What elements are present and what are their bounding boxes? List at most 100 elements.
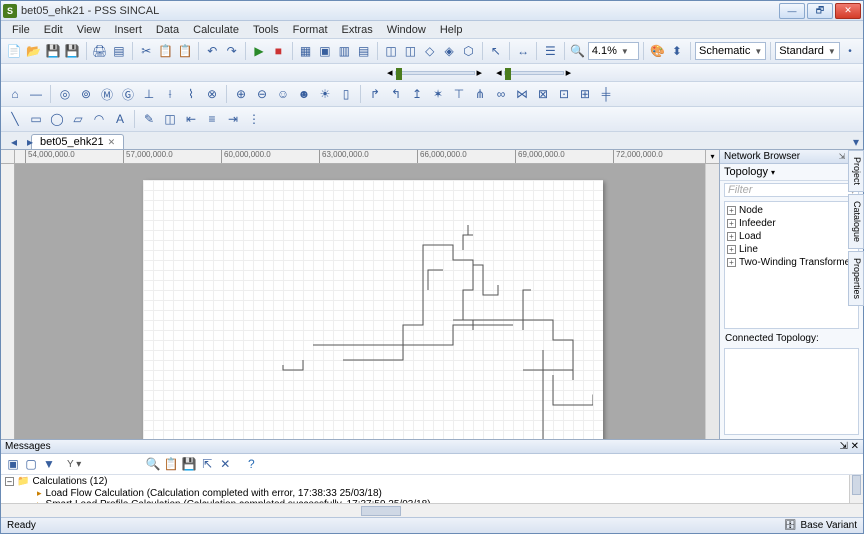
draw-poly-icon[interactable]: ▱	[68, 109, 88, 129]
expand-icon[interactable]: +	[727, 258, 736, 267]
menu-window[interactable]: Window	[380, 23, 433, 37]
messages-hscrollbar[interactable]	[1, 503, 863, 517]
msg-find-button[interactable]: 🔍	[145, 456, 161, 472]
panel-close-icon[interactable]: ✕	[851, 441, 859, 452]
slider2-right-icon[interactable]: ▸	[566, 66, 572, 79]
route-cross-icon[interactable]: ✶	[428, 84, 448, 104]
align-center-icon[interactable]: ≡	[202, 109, 222, 129]
msg-help-button[interactable]: ?	[243, 456, 259, 472]
element-gen-icon[interactable]: Ⓖ	[118, 84, 138, 104]
print-button[interactable]: 🖨	[90, 41, 108, 61]
menu-edit[interactable]: Edit	[37, 23, 70, 37]
minimize-button[interactable]: —	[779, 3, 805, 19]
slider2-track[interactable]	[504, 71, 564, 75]
copy-button[interactable]: 📋	[156, 41, 174, 61]
element-line-icon[interactable]: —	[26, 84, 46, 104]
view-list-button[interactable]: ☰	[541, 41, 559, 61]
measure-button[interactable]: ↔	[514, 41, 532, 61]
tree-item-infeeder[interactable]: +Infeeder	[727, 217, 856, 230]
messages-hscroll-thumb[interactable]	[361, 506, 401, 516]
run-button[interactable]: ▶	[250, 41, 268, 61]
element-pv-icon[interactable]: ☀	[315, 84, 335, 104]
topology-dropdown[interactable]: Topology ▾	[720, 164, 863, 181]
coupler1-icon[interactable]: ∞	[491, 84, 511, 104]
msg-clear-button[interactable]: ✕	[217, 456, 233, 472]
zoom-combo[interactable]: 4.1% ▼	[588, 42, 640, 60]
cut-button[interactable]: ✂	[137, 41, 155, 61]
route-tee-icon[interactable]: ⊤	[449, 84, 469, 104]
palette2-button[interactable]: ⬍	[668, 41, 686, 61]
msg-copy-button[interactable]: 📋	[163, 456, 179, 472]
expand-icon[interactable]: +	[727, 245, 736, 254]
layer-button[interactable]: ◫	[382, 41, 400, 61]
menu-extras[interactable]: Extras	[335, 23, 380, 37]
side-tab-project[interactable]: Project	[848, 150, 864, 192]
edit-group-icon[interactable]: ◫	[160, 109, 180, 129]
expand-icon[interactable]: +	[727, 219, 736, 228]
coupler5-icon[interactable]: ⊞	[575, 84, 595, 104]
tree-item-node[interactable]: +Node	[727, 204, 856, 217]
layer5-button[interactable]: ⬡	[459, 41, 477, 61]
coupler2-icon[interactable]: ⋈	[512, 84, 532, 104]
menu-format[interactable]: Format	[286, 23, 335, 37]
draw-text-icon[interactable]: A	[110, 109, 130, 129]
msg-filter-y-label[interactable]: Y ▾	[67, 459, 81, 470]
busbar-icon[interactable]: ╪	[596, 84, 616, 104]
tree-item-transformer[interactable]: +Two-Winding Transformer	[727, 256, 856, 269]
select-mode-button[interactable]: ↖	[487, 41, 505, 61]
window3-button[interactable]: ▤	[355, 41, 373, 61]
element-asyn-icon[interactable]: ☻	[294, 84, 314, 104]
dots-icon[interactable]: ⋮	[244, 109, 264, 129]
palette-button[interactable]: 🎨	[648, 41, 666, 61]
zoom-tool-button[interactable]: 🔍	[568, 41, 586, 61]
messages-vscroll-thumb[interactable]	[852, 475, 861, 495]
element-breaker-icon[interactable]: ⊗	[202, 84, 222, 104]
element-sync-icon[interactable]: ☺	[273, 84, 293, 104]
tab-nav-prev[interactable]: ◂	[7, 135, 21, 149]
layer2-button[interactable]: ◫	[401, 41, 419, 61]
route-up-icon[interactable]: ↥	[407, 84, 427, 104]
msg-save-button[interactable]: 💾	[181, 456, 197, 472]
canvas[interactable]	[15, 164, 705, 439]
slider1-thumb[interactable]	[396, 68, 402, 80]
element-3wtrans-icon[interactable]: ⊚	[76, 84, 96, 104]
viewmode-combo[interactable]: Schematic ▼	[695, 42, 766, 60]
messages-vscrollbar[interactable]	[849, 475, 863, 503]
menu-data[interactable]: Data	[149, 23, 186, 37]
new-button[interactable]: 📄	[5, 41, 23, 61]
coupler3-icon[interactable]: ⊠	[533, 84, 553, 104]
slider1-right-icon[interactable]: ▸	[477, 66, 483, 79]
level-extra-button[interactable]: •	[841, 41, 859, 61]
route-split-icon[interactable]: ⋔	[470, 84, 490, 104]
maximize-button[interactable]: 🗗	[807, 3, 833, 19]
element-load-icon[interactable]: ⊖	[252, 84, 272, 104]
route-right-icon[interactable]: ↱	[365, 84, 385, 104]
coupler4-icon[interactable]: ⊡	[554, 84, 574, 104]
element-motor-icon[interactable]: Ⓜ	[97, 84, 117, 104]
level-combo[interactable]: Standard ▼	[775, 42, 840, 60]
window1-button[interactable]: ▣	[316, 41, 334, 61]
filter-input[interactable]: Filter ▾	[724, 183, 859, 197]
slider2-thumb[interactable]	[505, 68, 511, 80]
element-transformer-icon[interactable]: ◎	[55, 84, 75, 104]
draw-arc-icon[interactable]: ◠	[89, 109, 109, 129]
stop-button[interactable]: ■	[269, 41, 287, 61]
tree-item-load[interactable]: +Load	[727, 230, 856, 243]
panel-pin-icon[interactable]: ⇲	[839, 441, 847, 452]
align-right-icon[interactable]: ⇥	[223, 109, 243, 129]
preview-button[interactable]: ▤	[110, 41, 128, 61]
layer4-button[interactable]: ◈	[440, 41, 458, 61]
undo-button[interactable]: ↶	[203, 41, 221, 61]
edit-delete-icon[interactable]: ✎	[139, 109, 159, 129]
menu-help[interactable]: Help	[433, 23, 470, 37]
slider2-left-icon[interactable]: ◂	[496, 66, 502, 79]
msg-export-button[interactable]: ⇱	[199, 456, 215, 472]
redo-button[interactable]: ↷	[222, 41, 240, 61]
menu-file[interactable]: File	[5, 23, 37, 37]
element-cap-icon[interactable]: ⊥	[139, 84, 159, 104]
msg-collapse-button[interactable]: ▢	[23, 456, 39, 472]
save-button[interactable]: 💾	[44, 41, 62, 61]
element-switch-icon[interactable]: ⌇	[181, 84, 201, 104]
paste-button[interactable]: 📋	[176, 41, 194, 61]
close-button[interactable]: ✕	[835, 3, 861, 19]
